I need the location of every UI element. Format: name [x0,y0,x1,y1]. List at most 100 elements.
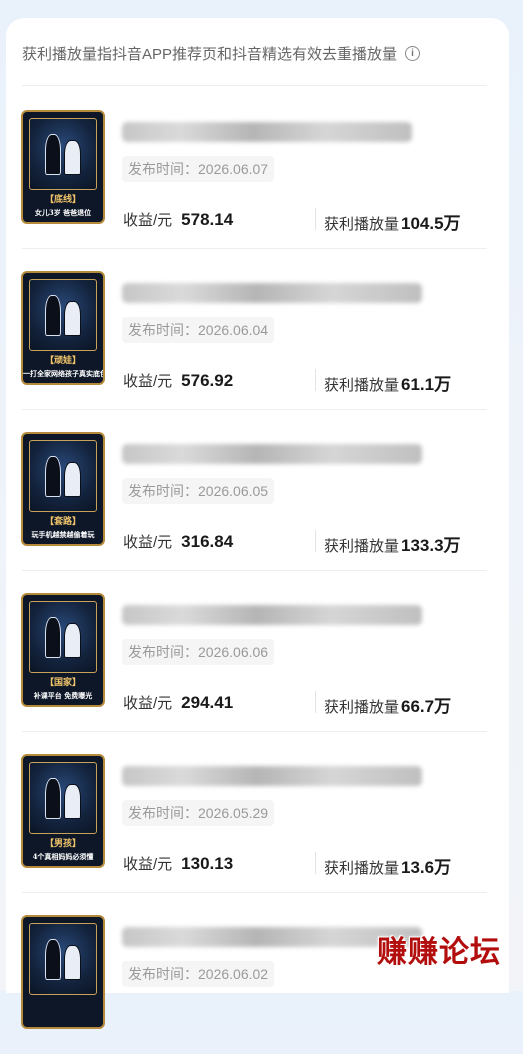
plays-stat: 获利播放量 104.5万 [324,209,461,234]
video-title-blurred[interactable] [122,766,422,786]
plays-label: 获利播放量 [324,699,400,716]
publish-date-label: 发布时间： [128,322,198,338]
income-value: 578.14 [181,210,234,229]
video-cover-thumbnail[interactable]: 【顽娃】 一打全家网络孩子真实底色 [21,271,105,385]
cover-figure [44,134,62,175]
plays-value: 66.7万 [401,697,452,716]
publish-date-label: 发布时间： [128,805,198,821]
income-label: 收益/元 [123,534,173,551]
plays-label: 获利播放量 [324,216,400,233]
plays-value: 61.1万 [401,375,452,394]
earnings-card: 获利播放量指抖音APP推荐页和抖音精选有效去重播放量 i 【底线】 女儿3岁 爸… [6,18,509,1029]
publish-date-value: 2026.06.06 [198,644,269,660]
cover-subtitle: 女儿3岁 爸爸退位 [34,208,92,217]
cover-figure [64,140,81,175]
video-cover-thumbnail[interactable]: 【国家】 补课平台 免费曝光 [21,593,105,707]
video-list-item[interactable]: 【男孩】 4个真相妈妈必须懂 发布时间：2026.05.29 收益/元 130.… [6,732,509,893]
publish-date: 发布时间：2026.06.05 [122,478,275,504]
income-value: 130.13 [181,854,234,873]
income-stat: 收益/元 576.92 [123,370,233,391]
income-stat: 收益/元 130.13 [123,853,233,874]
publish-date-value: 2026.06.02 [198,966,269,982]
video-cover-thumbnail[interactable]: 【男孩】 4个真相妈妈必须懂 [21,754,105,868]
plays-stat: 获利播放量 66.7万 [324,692,451,717]
video-cover-thumbnail[interactable]: 【底线】 女儿3岁 爸爸退位 [21,110,105,224]
video-title-blurred[interactable] [122,122,412,142]
income-label: 收益/元 [123,695,173,712]
income-value: 576.92 [181,371,234,390]
video-list-item[interactable]: 发布时间：2026.06.02 [6,893,509,1054]
cover-subtitle: 4个真相妈妈必须懂 [32,852,94,861]
cover-art [29,923,97,995]
publish-date: 发布时间：2026.06.02 [122,961,275,987]
publish-date-label: 发布时间： [128,483,198,499]
stat-divider [315,208,316,230]
cover-figure [44,617,62,658]
cover-art [29,762,97,834]
video-title-blurred[interactable] [122,283,422,303]
video-list-item[interactable]: 【国家】 补课平台 免费曝光 发布时间：2026.06.06 收益/元 294.… [6,571,509,732]
income-stat: 收益/元 294.41 [123,692,233,713]
income-label: 收益/元 [123,856,173,873]
info-circle-icon[interactable]: i [405,46,421,61]
publish-date-value: 2026.06.05 [198,483,269,499]
cover-art [29,279,97,351]
video-list-item[interactable]: 【底线】 女儿3岁 爸爸退位 发布时间：2026.06.07 收益/元 578.… [6,88,509,249]
publish-date-value: 2026.05.29 [198,805,269,821]
cover-tag: 【男孩】 [44,839,81,849]
cover-tag: 【套路】 [44,517,81,527]
cover-figure [64,623,81,658]
cover-art [29,118,97,190]
stat-divider [315,530,316,552]
video-cover-thumbnail[interactable] [21,915,105,1029]
income-value: 316.84 [181,532,234,551]
plays-stat: 获利播放量 13.6万 [324,853,451,878]
cover-figure [64,784,81,819]
video-list-item[interactable]: 【顽娃】 一打全家网络孩子真实底色 发布时间：2026.06.04 收益/元 5… [6,249,509,410]
income-stat: 收益/元 316.84 [123,531,233,552]
cover-tag: 【国家】 [44,678,81,688]
publish-date: 发布时间：2026.06.07 [122,156,275,182]
income-label: 收益/元 [123,212,173,229]
cover-subtitle: 一打全家网络孩子真实底色 [23,369,105,378]
income-label: 收益/元 [123,373,173,390]
watermark: 赚赚论坛 [377,935,501,970]
income-stat: 收益/元 578.14 [123,209,233,230]
publish-date-label: 发布时间： [128,644,198,660]
cover-figure [64,945,81,980]
video-list-item[interactable]: 【套路】 玩手机越禁越偷着玩 发布时间：2026.06.05 收益/元 316.… [6,410,509,571]
publish-date-label: 发布时间： [128,966,198,982]
stat-divider [315,369,316,391]
plays-label: 获利播放量 [324,538,400,555]
publish-date-label: 发布时间： [128,161,198,177]
plays-label: 获利播放量 [324,377,400,394]
plays-value: 13.6万 [401,858,452,877]
publish-date-value: 2026.06.04 [198,322,269,338]
cover-figure [44,939,62,980]
cover-tag: 【底线】 [44,195,81,205]
publish-date: 发布时间：2026.05.29 [122,800,275,826]
cover-figure [64,301,81,336]
plays-value: 133.3万 [401,536,461,555]
publish-date: 发布时间：2026.06.06 [122,639,275,665]
video-cover-thumbnail[interactable]: 【套路】 玩手机越禁越偷着玩 [21,432,105,546]
cover-art [29,440,97,512]
plays-stat: 获利播放量 133.3万 [324,531,461,556]
plays-stat: 获利播放量 61.1万 [324,370,451,395]
cover-figure [44,456,62,497]
cover-art [29,601,97,673]
publish-date-value: 2026.06.07 [198,161,269,177]
cover-figure [44,295,62,336]
cover-tag: 【顽娃】 [44,356,81,366]
cover-subtitle: 玩手机越禁越偷着玩 [31,530,95,539]
cover-subtitle: 补课平台 免费曝光 [33,691,93,700]
income-value: 294.41 [181,693,234,712]
plays-value: 104.5万 [401,214,461,233]
earnings-note-text: 获利播放量指抖音APP推荐页和抖音精选有效去重播放量 [22,46,398,63]
cover-figure [44,778,62,819]
video-title-blurred[interactable] [122,605,422,625]
publish-date: 发布时间：2026.06.04 [122,317,275,343]
video-title-blurred[interactable] [122,444,422,464]
earnings-note: 获利播放量指抖音APP推荐页和抖音精选有效去重播放量 i [22,43,492,64]
stat-divider [315,852,316,874]
